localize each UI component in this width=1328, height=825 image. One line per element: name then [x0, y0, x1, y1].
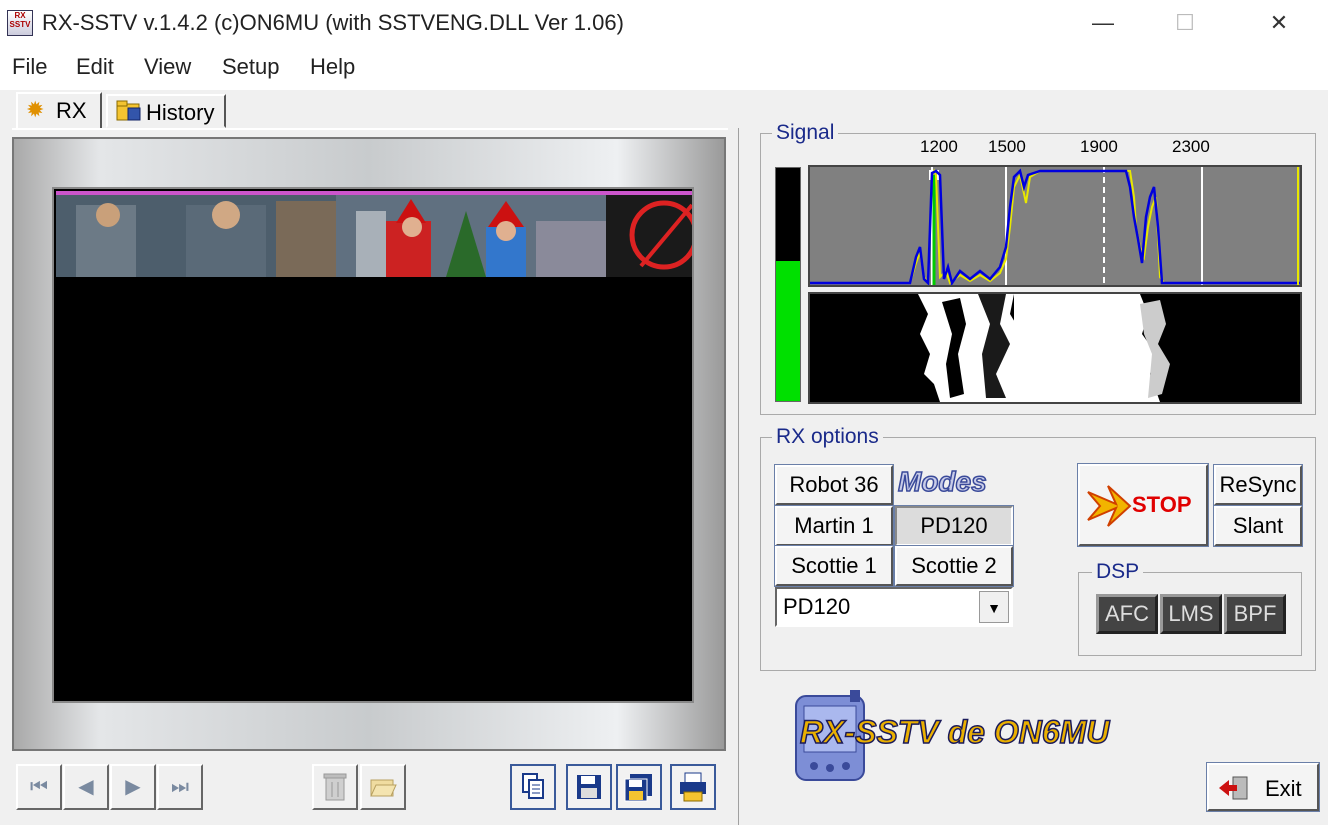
tab-history-label: History [146, 100, 215, 125]
exit-button[interactable]: Exit [1207, 763, 1319, 811]
modes-label: Modes [897, 465, 987, 498]
app-logo: RX-SSTV de ON6MU [790, 690, 1180, 782]
printer-icon [680, 772, 706, 802]
waterfall-plot [918, 294, 1170, 402]
received-image[interactable] [52, 187, 694, 703]
last-image-button[interactable]: ⏭ [157, 764, 203, 810]
dsp-title: DSP [1092, 560, 1144, 584]
spectrum-plot [810, 167, 1300, 285]
delete-button[interactable] [312, 764, 358, 810]
stop-label: STOP [1132, 492, 1192, 517]
freq-label-1500: 1500 [988, 137, 1026, 156]
first-image-button[interactable]: ⏮ [16, 764, 62, 810]
gear-icon: ✹ [26, 97, 45, 122]
freq-label-2300: 2300 [1172, 137, 1210, 156]
mode-select-value: PD120 [783, 594, 851, 619]
menu-setup[interactable]: Setup [222, 54, 280, 80]
bpf-button[interactable]: BPF [1224, 594, 1286, 634]
panel-divider [738, 128, 739, 825]
menu-help[interactable]: Help [310, 54, 355, 80]
rx-options-title: RX options [772, 425, 883, 449]
arrow-burst-icon [1087, 485, 1132, 527]
image-viewer-frame [12, 137, 726, 751]
resync-button[interactable]: ReSync [1214, 465, 1302, 505]
trash-icon [323, 773, 347, 801]
mode-pd120-button[interactable]: PD120 [895, 506, 1013, 546]
mode-select[interactable]: PD120 ▼ [775, 587, 1013, 627]
slant-button[interactable]: Slant [1214, 506, 1302, 546]
title-bar[interactable]: RX SSTV RX-SSTV v.1.4.2 (c)ON6MU (with S… [0, 0, 1328, 46]
received-image-strip [56, 191, 692, 277]
menu-view[interactable]: View [144, 54, 191, 80]
menu-file[interactable]: File [12, 54, 47, 80]
signal-title: Signal [772, 121, 839, 145]
spectrum-display[interactable] [808, 165, 1302, 287]
app-icon: RX SSTV [7, 10, 33, 36]
chevron-down-icon[interactable]: ▼ [979, 591, 1009, 623]
exit-door-icon [1219, 776, 1248, 800]
copy-icon [522, 773, 544, 799]
previous-image-button[interactable]: ◀ [63, 764, 109, 810]
freq-label-1900: 1900 [1080, 137, 1118, 156]
save-as-icon [624, 774, 652, 802]
maximize-button[interactable]: ☐ [1160, 8, 1210, 38]
tab-rx-label: RX [56, 98, 87, 123]
tab-rx[interactable]: ✹ RX [16, 92, 102, 130]
window-title: RX-SSTV v.1.4.2 (c)ON6MU (with SSTVENG.D… [42, 10, 624, 35]
open-folder-button[interactable] [360, 764, 406, 810]
afc-button[interactable]: AFC [1096, 594, 1158, 634]
stop-button[interactable]: STOP [1078, 464, 1208, 546]
next-image-button[interactable]: ▶ [110, 764, 156, 810]
mode-martin-1-button[interactable]: Martin 1 [775, 506, 893, 546]
save-as-button[interactable] [616, 764, 662, 810]
exit-label: Exit [1265, 776, 1302, 801]
save-button[interactable] [566, 764, 612, 810]
mode-scottie-1-button[interactable]: Scottie 1 [775, 546, 893, 586]
tab-history[interactable]: History [106, 94, 226, 128]
waterfall-display[interactable] [808, 292, 1302, 404]
print-button[interactable] [670, 764, 716, 810]
minimize-button[interactable]: — [1078, 8, 1128, 38]
signal-level-meter [775, 167, 801, 402]
copy-button[interactable] [510, 764, 556, 810]
menu-edit[interactable]: Edit [76, 54, 114, 80]
mode-robot-36-button[interactable]: Robot 36 [775, 465, 893, 505]
folder-open-icon [370, 779, 397, 797]
signal-level-fill [776, 261, 800, 401]
close-button[interactable]: ✕ [1254, 8, 1304, 38]
tab-divider [12, 128, 728, 130]
logo-text: RX-SSTV de ON6MU [799, 713, 1110, 751]
freq-label-1200: 1200 [920, 137, 958, 156]
folder-icon [116, 100, 141, 121]
mode-scottie-2-button[interactable]: Scottie 2 [895, 546, 1013, 586]
menu-bar: File Edit View Setup Help [0, 46, 1328, 90]
lms-button[interactable]: LMS [1160, 594, 1222, 634]
floppy-disk-icon [577, 775, 601, 799]
